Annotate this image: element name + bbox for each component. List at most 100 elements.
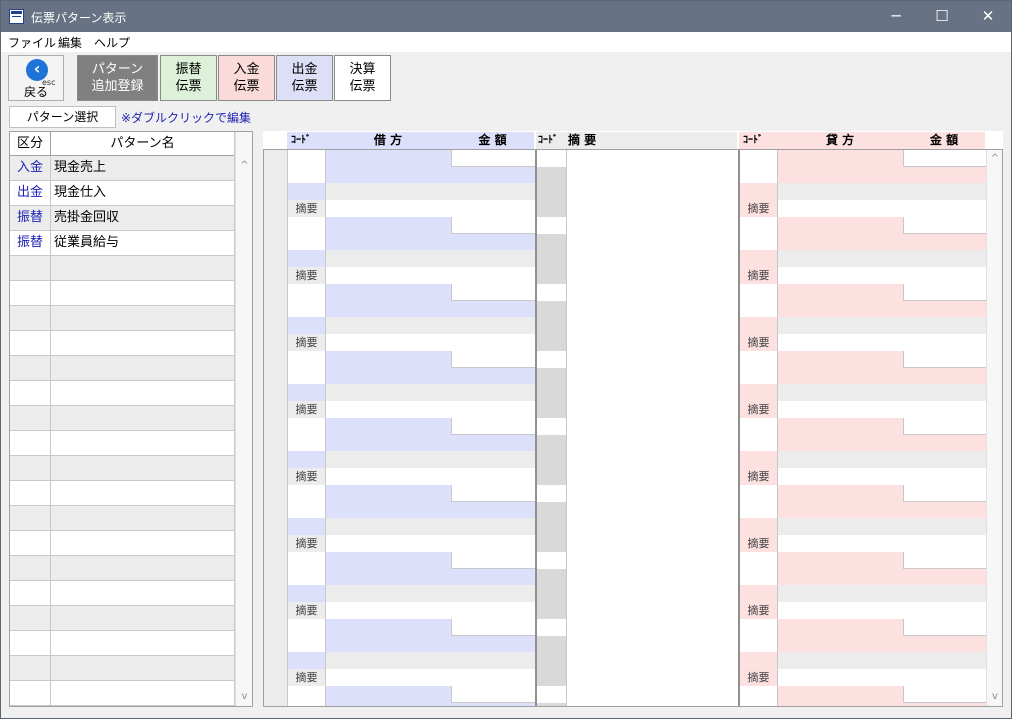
debit-code-cell[interactable] <box>288 351 326 384</box>
debit-sub-account-cell[interactable] <box>326 703 535 706</box>
pattern-row[interactable] <box>10 406 235 431</box>
credit-account-cell[interactable] <box>778 552 904 569</box>
pattern-row[interactable]: 振替 従業員給与 <box>10 231 235 256</box>
pattern-row[interactable] <box>10 456 235 481</box>
debit-amount-cell[interactable] <box>452 150 535 167</box>
debit-code-cell[interactable] <box>288 485 326 518</box>
debit-amount-cell[interactable] <box>452 217 535 234</box>
credit-amount-cell[interactable] <box>904 150 986 167</box>
maximize-icon[interactable]: ☐ <box>919 1 965 32</box>
debit-memo-cell[interactable] <box>326 267 535 284</box>
credit-code-cell[interactable] <box>740 150 778 183</box>
memo-code-cell[interactable] <box>537 418 567 435</box>
debit-code-cell[interactable] <box>288 619 326 652</box>
receipt-slip-button[interactable]: 入金 伝票 <box>218 55 275 101</box>
memo-text-cell[interactable] <box>567 284 738 351</box>
credit-sub-account-cell[interactable] <box>778 167 986 183</box>
credit-memo-cell[interactable] <box>778 267 986 284</box>
debit-amount-cell[interactable] <box>452 418 535 435</box>
debit-sub-account-cell[interactable] <box>326 502 535 518</box>
debit-code-cell[interactable] <box>288 150 326 183</box>
credit-memo-cell[interactable] <box>778 535 986 552</box>
pattern-row[interactable] <box>10 381 235 406</box>
debit-account-cell[interactable] <box>326 485 452 502</box>
debit-amount-cell[interactable] <box>452 686 535 703</box>
menu-file[interactable]: ファイル <box>8 34 56 51</box>
closing-slip-button[interactable]: 決算 伝票 <box>334 55 391 101</box>
debit-account-cell[interactable] <box>326 686 452 703</box>
credit-account-cell[interactable] <box>778 351 904 368</box>
credit-sub-account-cell[interactable] <box>778 435 986 451</box>
debit-sub-account-cell[interactable] <box>326 636 535 652</box>
pattern-row[interactable] <box>10 506 235 531</box>
credit-amount-cell[interactable] <box>904 284 986 301</box>
debit-account-cell[interactable] <box>326 150 452 167</box>
credit-sub-account-cell[interactable] <box>778 368 986 384</box>
memo-code-cell[interactable] <box>537 619 567 636</box>
credit-amount-cell[interactable] <box>904 552 986 569</box>
scroll-down-icon[interactable]: v <box>236 690 252 704</box>
credit-account-cell[interactable] <box>778 284 904 301</box>
scroll-down-icon[interactable]: v <box>987 690 1002 704</box>
payment-slip-button[interactable]: 出金 伝票 <box>276 55 333 101</box>
memo-text-cell[interactable] <box>567 351 738 418</box>
debit-code-cell[interactable] <box>288 418 326 451</box>
credit-account-cell[interactable] <box>778 686 904 703</box>
memo-code-cell[interactable] <box>537 686 567 703</box>
back-button[interactable]: ‹ esc 戻る <box>8 55 64 101</box>
debit-memo-cell[interactable] <box>326 468 535 485</box>
debit-sub-account-cell[interactable] <box>326 301 535 317</box>
memo-text-cell[interactable] <box>567 485 738 552</box>
pattern-row[interactable] <box>10 331 235 356</box>
memo-text-cell[interactable] <box>567 619 738 686</box>
pattern-row[interactable]: 入金 現金売上 <box>10 156 235 181</box>
debit-memo-cell[interactable] <box>326 200 535 217</box>
debit-amount-cell[interactable] <box>452 351 535 368</box>
memo-text-cell[interactable] <box>567 217 738 284</box>
debit-account-cell[interactable] <box>326 217 452 234</box>
credit-amount-cell[interactable] <box>904 217 986 234</box>
pattern-row[interactable] <box>10 631 235 656</box>
debit-account-cell[interactable] <box>326 552 452 569</box>
pattern-select-button[interactable]: パターン選択 <box>9 106 116 128</box>
credit-sub-account-cell[interactable] <box>778 301 986 317</box>
debit-code-cell[interactable] <box>288 217 326 250</box>
memo-code-cell[interactable] <box>537 284 567 301</box>
memo-code-cell[interactable] <box>537 150 567 167</box>
debit-code-cell[interactable] <box>288 284 326 317</box>
pattern-row[interactable] <box>10 481 235 506</box>
pattern-row[interactable] <box>10 606 235 631</box>
pattern-row[interactable] <box>10 556 235 581</box>
memo-text-cell[interactable] <box>567 686 738 706</box>
credit-account-cell[interactable] <box>778 485 904 502</box>
menu-help[interactable]: ヘルプ <box>94 34 130 51</box>
credit-memo-cell[interactable] <box>778 200 986 217</box>
pattern-row[interactable] <box>10 531 235 556</box>
credit-code-cell[interactable] <box>740 552 778 585</box>
minimize-icon[interactable]: ─ <box>873 1 919 32</box>
credit-account-cell[interactable] <box>778 619 904 636</box>
credit-sub-account-cell[interactable] <box>778 703 986 706</box>
debit-amount-cell[interactable] <box>452 619 535 636</box>
credit-code-cell[interactable] <box>740 351 778 384</box>
credit-account-cell[interactable] <box>778 217 904 234</box>
pattern-row[interactable] <box>10 431 235 456</box>
credit-code-cell[interactable] <box>740 418 778 451</box>
debit-code-cell[interactable] <box>288 552 326 585</box>
pattern-row[interactable]: 振替 売掛金回収 <box>10 206 235 231</box>
add-pattern-button[interactable]: パターン 追加登録 <box>77 55 158 101</box>
pattern-row[interactable] <box>10 681 235 706</box>
debit-account-cell[interactable] <box>326 619 452 636</box>
credit-code-cell[interactable] <box>740 217 778 250</box>
debit-memo-cell[interactable] <box>326 669 535 686</box>
scroll-up-icon[interactable]: ^ <box>987 152 1002 166</box>
scroll-up-icon[interactable]: ^ <box>236 159 252 173</box>
pattern-row[interactable] <box>10 656 235 681</box>
memo-text-cell[interactable] <box>567 418 738 485</box>
debit-amount-cell[interactable] <box>452 552 535 569</box>
debit-account-cell[interactable] <box>326 418 452 435</box>
pattern-row[interactable] <box>10 356 235 381</box>
credit-sub-account-cell[interactable] <box>778 569 986 585</box>
credit-memo-cell[interactable] <box>778 669 986 686</box>
debit-sub-account-cell[interactable] <box>326 569 535 585</box>
